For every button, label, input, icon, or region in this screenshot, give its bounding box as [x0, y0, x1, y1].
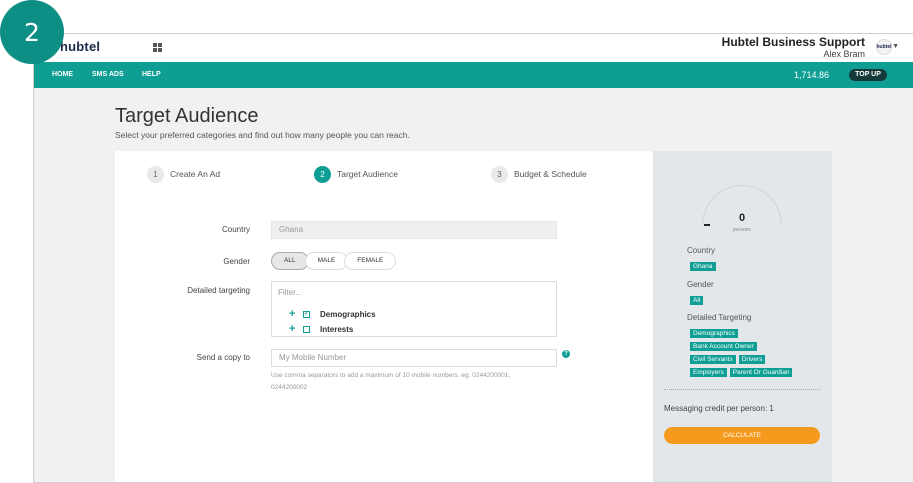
tree-item-demographics[interactable]: + ✓ Demographics	[289, 308, 376, 320]
messaging-credit: Messaging credit per person: 1	[664, 404, 774, 413]
divider	[664, 389, 820, 390]
targeting-tags: Bank Account Owner	[690, 342, 760, 351]
mobile-number-input[interactable]: My Mobile Number	[271, 349, 557, 367]
gender-selector: ALL MALE FEMALE	[271, 252, 397, 270]
country-field: Ghana	[271, 221, 557, 239]
account-user: Alex Bram	[823, 49, 865, 59]
tag: Ghana	[690, 262, 716, 271]
account-info[interactable]: Hubtel Business Support Alex Bram	[721, 35, 865, 60]
tag: Bank Account Owner	[690, 342, 757, 351]
calculate-button[interactable]: CALCULATE	[664, 427, 820, 444]
account-name: Hubtel Business Support	[721, 35, 865, 49]
step-budget-schedule[interactable]: 3 Budget & Schedule	[491, 165, 587, 183]
help-question-icon[interactable]: ?	[562, 350, 570, 358]
gender-label: Gender	[223, 257, 250, 266]
step-target-audience[interactable]: 2 Target Audience	[314, 165, 398, 183]
step-create-ad[interactable]: 1 Create An Ad	[147, 165, 220, 183]
tag: Civil Servants	[690, 355, 736, 364]
step-number: 1	[147, 165, 164, 183]
expand-plus-icon[interactable]: +	[289, 308, 303, 320]
apps-grid-icon[interactable]	[153, 43, 162, 52]
targeting-tree: Filter... + ✓ Demographics + Interests	[271, 281, 557, 337]
top-up-button[interactable]: TOP UP	[849, 69, 887, 81]
summary-targeting-label: Detailed Targeting	[687, 313, 752, 322]
summary-country-label: Country	[687, 246, 716, 255]
top-bar: hubtel Hubtel Business Support Alex Bram…	[34, 34, 913, 62]
step-label: Budget & Schedule	[514, 169, 587, 179]
tag: Demographics	[690, 329, 738, 338]
main-nav: HOME SMS ADS HELP 1,714.86 TOP UP	[34, 62, 913, 88]
step-number: 3	[491, 165, 508, 183]
country-label: Country	[221, 225, 250, 234]
step-number: 2	[314, 165, 331, 183]
step-number-badge: 2	[0, 0, 64, 64]
checkbox-unchecked[interactable]	[303, 325, 310, 333]
nav-sms-ads[interactable]: SMS ADS	[92, 62, 124, 88]
targeting-tags: Demographics	[690, 329, 741, 338]
tree-item-label: Demographics	[320, 309, 376, 319]
hubtel-logo[interactable]: hubtel	[60, 39, 100, 54]
reach-value: 0	[738, 212, 746, 224]
checkbox-checked[interactable]: ✓	[303, 310, 310, 318]
hint-line: Use comma separators to add a maximum of…	[271, 372, 511, 379]
country-tags: Ghana	[690, 262, 719, 271]
send-copy-label: Send a copy to	[196, 353, 250, 362]
tag: Drivers	[738, 355, 766, 364]
audience-summary-panel: 0 persons Country Ghana Gender All Detai…	[653, 151, 832, 482]
copy-hint: Use comma separators to add a maximum of…	[271, 370, 561, 394]
step-label: Create An Ad	[170, 169, 221, 179]
gender-male-option[interactable]: MALE	[304, 252, 349, 270]
app-window: hubtel Hubtel Business Support Alex Bram…	[33, 33, 913, 483]
account-balance: 1,714.86	[793, 70, 829, 80]
filter-input[interactable]: Filter...	[278, 288, 302, 297]
tag: All	[690, 296, 704, 305]
detailed-targeting-label: Detailed targeting	[187, 286, 250, 295]
summary-gender-label: Gender	[687, 280, 714, 289]
tag: Employers	[690, 368, 727, 377]
nav-home[interactable]: HOME	[52, 62, 73, 88]
gender-female-option[interactable]: FEMALE	[344, 252, 397, 270]
nav-help[interactable]: HELP	[142, 62, 161, 88]
targeting-tags: Civil Servants Drivers	[690, 355, 768, 364]
step-label: Target Audience	[337, 169, 398, 179]
avatar[interactable]: hubtel	[876, 39, 892, 55]
tree-item-label: Interests	[320, 324, 354, 334]
reach-unit: persons	[733, 227, 751, 233]
tree-item-interests[interactable]: + Interests	[289, 323, 353, 335]
gender-tags: All	[690, 296, 706, 305]
page-title: Target Audience	[115, 105, 259, 127]
gauge-needle	[704, 224, 710, 226]
tag: Parent Or Guardian	[729, 368, 793, 377]
hint-line: 0244200002	[271, 384, 308, 391]
page-subtitle: Select your preferred categories and fin…	[115, 130, 410, 140]
targeting-tags: Employers Parent Or Guardian	[690, 368, 795, 377]
expand-plus-icon[interactable]: +	[289, 323, 303, 335]
targeting-form-card: 1 Create An Ad 2 Target Audience 3 Budge…	[115, 151, 653, 482]
chevron-down-icon[interactable]: ▼	[892, 43, 899, 50]
gender-all-option[interactable]: ALL	[271, 252, 309, 270]
